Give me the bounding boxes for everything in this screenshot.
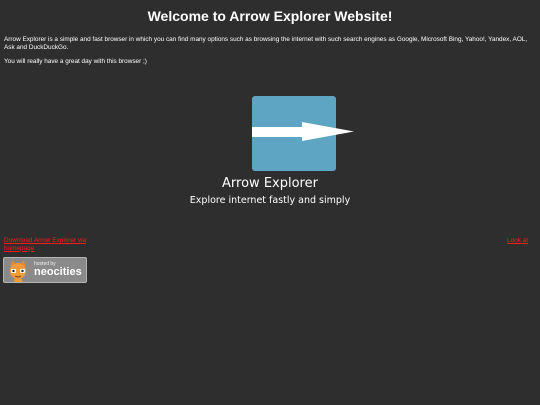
arrow-right-icon xyxy=(252,122,354,141)
page-title: Welcome to Arrow Explorer Website! xyxy=(147,8,393,24)
intro-text: Arrow Explorer is a simple and fast brow… xyxy=(4,36,528,51)
note-text: You will really have a great day with th… xyxy=(4,58,147,65)
badge-name: neocities xyxy=(34,266,82,278)
neocities-cat-icon xyxy=(10,260,26,282)
app-name: Arrow Explorer xyxy=(222,176,318,191)
app-logo xyxy=(252,96,354,171)
app-tagline: Explore internet fastly and simply xyxy=(189,195,351,206)
page: Welcome to Arrow Explorer Website! Arrow… xyxy=(0,0,540,405)
look-at-link[interactable]: Look at xyxy=(507,237,528,245)
neocities-badge[interactable]: hosted by neocities xyxy=(3,257,87,283)
download-link[interactable]: Download Arrow Explorer via homepage xyxy=(4,237,94,252)
